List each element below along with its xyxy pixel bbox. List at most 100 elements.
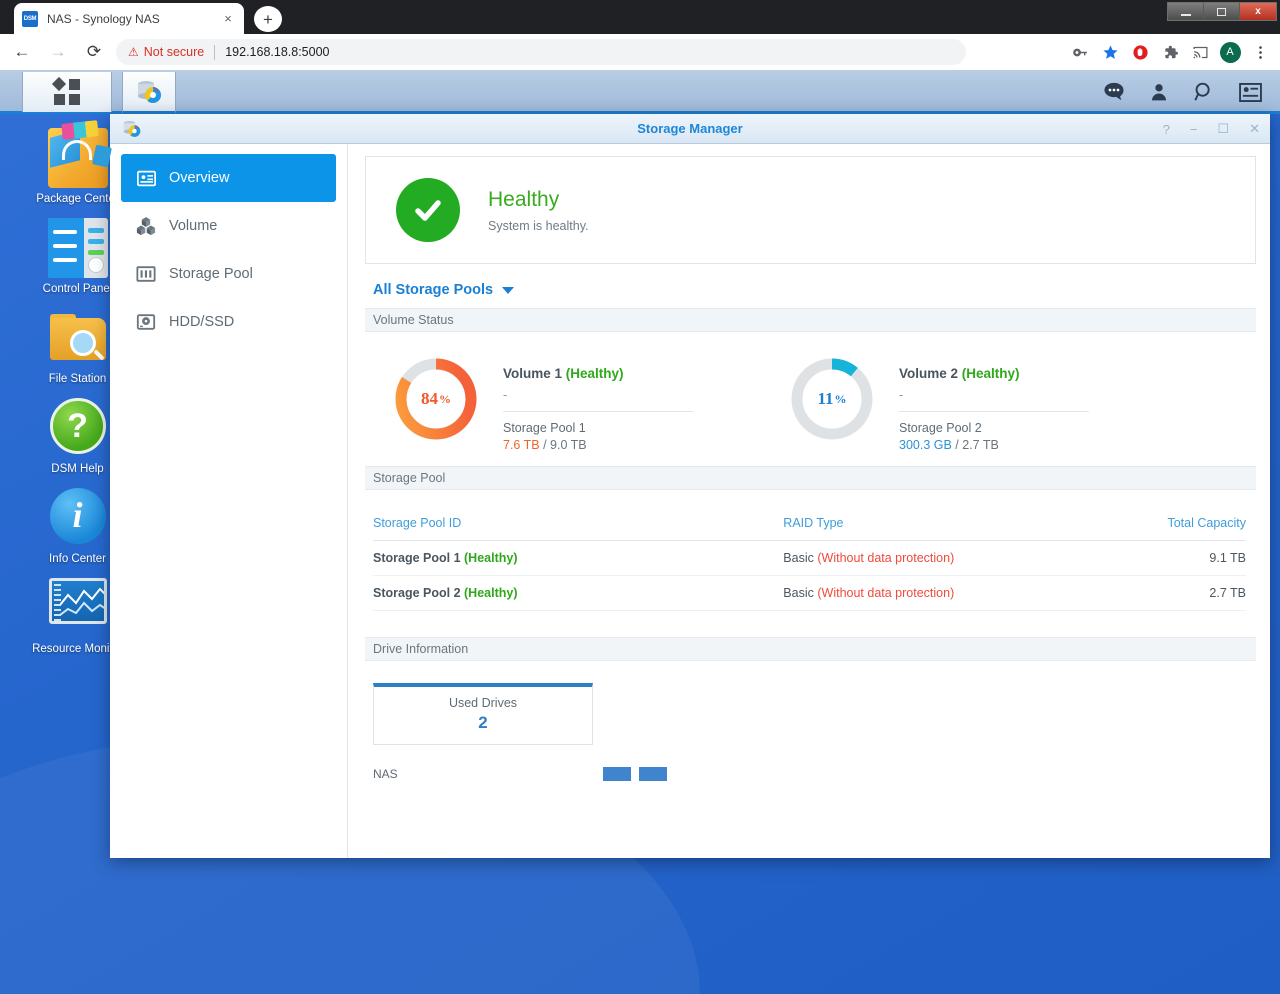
sidebar-item-label: Storage Pool — [169, 266, 253, 282]
volume-total: 9.0 TB — [550, 438, 587, 452]
health-title: Healthy — [488, 188, 560, 211]
taskbar-item-storage-manager[interactable] — [122, 72, 176, 114]
cell-pool-id: Storage Pool 1 (Healthy) — [373, 540, 784, 576]
address-bar[interactable]: ⚠ Not secure 192.168.18.8:5000 — [116, 39, 966, 65]
bookmark-star-icon[interactable] — [1096, 38, 1124, 66]
volume-usage-separator: / — [539, 438, 551, 452]
volume-used: 7.6 TB — [503, 438, 540, 452]
chevron-down-icon — [502, 286, 515, 294]
hdd-ssd-icon — [135, 311, 157, 333]
storage-pool-filter-dropdown[interactable]: All Storage Pools — [373, 282, 515, 298]
storage-pool-filter-label: All Storage Pools — [373, 282, 494, 298]
enclosure-row: NAS — [373, 767, 1256, 781]
warning-triangle-icon: ⚠ — [128, 45, 139, 59]
volume-usage-donut: 84% — [391, 354, 481, 444]
table-row[interactable]: Storage Pool 1 (Healthy) Basic (Without … — [373, 540, 1246, 576]
sidebar-item-storage-pool[interactable]: Storage Pool — [121, 250, 336, 298]
dsm-help-icon: ? — [48, 398, 108, 458]
volume-status: (Healthy) — [961, 366, 1020, 381]
volume-description: - — [503, 388, 508, 402]
sidebar-item-volume[interactable]: Volume — [121, 202, 336, 250]
window-title: Storage Manager — [637, 121, 743, 136]
browser-action-icons: A — [1066, 34, 1274, 70]
cell-pool-id: Storage Pool 2 (Healthy) — [373, 575, 784, 611]
security-status-label: Not secure — [143, 45, 205, 59]
sidebar-item-overview[interactable]: Overview — [121, 154, 336, 202]
browser-tab[interactable]: DSM NAS - Synology NAS × — [14, 3, 244, 34]
dsm-main-menu-button[interactable] — [22, 72, 112, 112]
sidebar-item-label: HDD/SSD — [169, 314, 235, 330]
sidebar-item-label: Overview — [169, 170, 230, 186]
resource-monitor-icon — [48, 578, 108, 638]
dsm-taskbar-right-icons — [1103, 70, 1262, 114]
help-icon[interactable]: ? — [1163, 122, 1170, 137]
os-minimize-button[interactable] — [1168, 3, 1204, 20]
volume-pool-name: Storage Pool 1 — [503, 421, 586, 435]
volume-usage-text: 300.3 GB / 2.7 TB — [899, 438, 1089, 452]
volume-description: - — [899, 388, 904, 402]
chrome-menu-icon[interactable] — [1246, 38, 1274, 66]
os-close-button[interactable]: x — [1240, 3, 1276, 20]
volume-usage-donut: 11% — [787, 354, 877, 444]
overview-icon — [135, 167, 157, 189]
widgets-icon[interactable] — [1239, 82, 1262, 102]
extensions-puzzle-icon[interactable] — [1156, 38, 1184, 66]
tab-title: NAS - Synology NAS — [47, 11, 160, 26]
window-title-bar[interactable]: Storage Manager ? − ☐ ✕ — [110, 114, 1270, 144]
column-header-total-capacity[interactable]: Total Capacity — [1071, 508, 1246, 541]
profile-avatar-icon[interactable]: A — [1216, 38, 1244, 66]
column-header-pool-id[interactable]: Storage Pool ID — [373, 508, 784, 541]
raid-type-text: Basic — [783, 586, 814, 600]
volume-status-item[interactable]: 84% Volume 1 (Healthy) - Storage Pool 1 — [391, 354, 693, 452]
health-subtitle: System is healthy. — [488, 219, 589, 233]
percent-value: 84 — [421, 389, 438, 408]
sidebar-item-hdd-ssd[interactable]: HDD/SSD — [121, 298, 336, 346]
section-title: Drive Information — [373, 642, 469, 656]
sidebar: Overview Volume Storage Pool HDD/SSD — [110, 144, 348, 858]
close-icon[interactable]: ✕ — [1249, 121, 1260, 137]
password-key-icon[interactable] — [1066, 38, 1094, 66]
table-header-row: Storage Pool ID RAID Type Total Capacity — [373, 508, 1246, 541]
drive-information-block: Used Drives 2 NAS — [365, 661, 1256, 781]
raid-note: (Without data protection) — [817, 551, 955, 565]
window-body: Overview Volume Storage Pool HDD/SSD Hea… — [110, 144, 1270, 858]
volume-name-row: Volume 2 (Healthy) — [899, 366, 1089, 381]
search-icon[interactable] — [1193, 81, 1215, 103]
main-content: Healthy System is healthy. All Storage P… — [348, 144, 1270, 858]
adblock-icon[interactable] — [1126, 38, 1154, 66]
column-header-raid-type[interactable]: RAID Type — [783, 508, 1072, 541]
tab-favicon-dsm: DSM — [22, 10, 38, 27]
percent-symbol: % — [439, 391, 451, 406]
section-header-drive-information: Drive Information — [365, 637, 1256, 661]
user-options-icon[interactable] — [1149, 82, 1169, 102]
cast-icon[interactable] — [1186, 38, 1214, 66]
reload-icon[interactable]: ⟳ — [80, 38, 108, 66]
volume-status-item[interactable]: 11% Volume 2 (Healthy) - Storage Pool 2 — [787, 354, 1089, 452]
used-drives-value: 2 — [478, 713, 488, 732]
file-station-icon — [48, 308, 108, 368]
close-icon[interactable]: × — [220, 11, 236, 27]
window-controls: ? − ☐ ✕ — [1163, 114, 1260, 144]
drive-slot[interactable] — [639, 767, 667, 781]
table-row[interactable]: Storage Pool 2 (Healthy) Basic (Without … — [373, 575, 1246, 611]
back-icon[interactable]: ← — [8, 38, 36, 66]
sidebar-item-label: Volume — [169, 218, 218, 234]
divider — [899, 411, 1089, 412]
section-title: Storage Pool — [373, 471, 446, 485]
forward-icon[interactable]: → — [44, 38, 72, 66]
url-text: 192.168.18.8:5000 — [225, 45, 330, 59]
used-drives-card[interactable]: Used Drives 2 — [373, 683, 593, 745]
volume-usage-percent: 11% — [787, 354, 877, 444]
new-tab-button[interactable]: + — [254, 6, 282, 32]
maximize-icon[interactable]: ☐ — [1217, 121, 1229, 137]
volume-status-list: 84% Volume 1 (Healthy) - Storage Pool 1 — [365, 332, 1256, 466]
drive-slot[interactable] — [603, 767, 631, 781]
volume-usage-text: 7.6 TB / 9.0 TB — [503, 438, 693, 452]
volume-info: Volume 2 (Healthy) - Storage Pool 2 300.… — [899, 354, 1089, 452]
os-maximize-button[interactable] — [1204, 3, 1240, 20]
notifications-icon[interactable] — [1103, 82, 1125, 102]
storage-manager-window: Storage Manager ? − ☐ ✕ Overview Volume … — [110, 114, 1270, 858]
cell-raid-type: Basic (Without data protection) — [783, 575, 1072, 611]
package-center-icon — [47, 128, 112, 188]
minimize-icon[interactable]: − — [1190, 122, 1198, 137]
